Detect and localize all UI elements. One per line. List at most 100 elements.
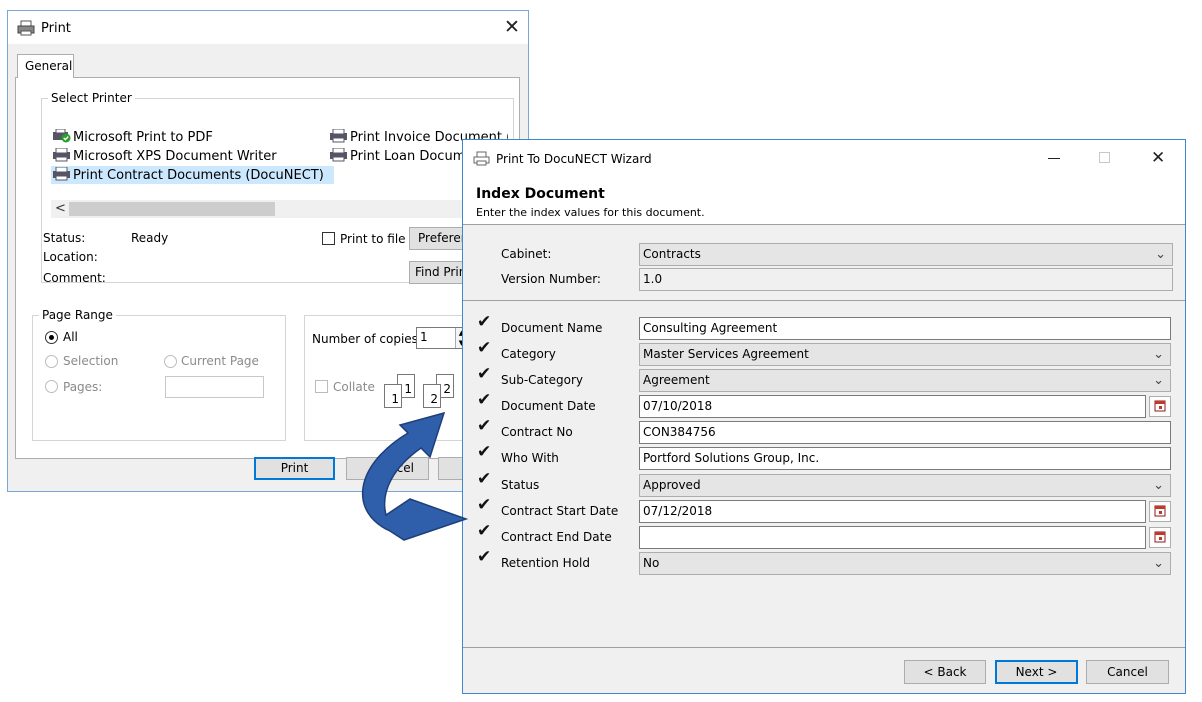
range-pages-label: Pages: xyxy=(63,380,103,394)
printer-item-docunect[interactable]: Print Contract Documents (DocuNECT) xyxy=(51,166,334,184)
print-to-file-checkbox[interactable] xyxy=(322,232,335,245)
field-label: Document Date xyxy=(501,399,596,413)
text-input[interactable]: Portford Solutions Group, Inc. xyxy=(639,447,1171,470)
calendar-icon[interactable] xyxy=(1149,396,1171,417)
chevron-down-icon: ⌄ xyxy=(1153,556,1164,571)
footer-divider xyxy=(463,647,1185,648)
field-select[interactable]: Approved ⌄ xyxy=(639,474,1171,497)
comment-label: Comment: xyxy=(43,271,106,285)
range-selection-radio[interactable] xyxy=(45,355,58,368)
printer-name: Microsoft Print to PDF xyxy=(73,130,213,145)
wizard-header: Index Document Enter the index values fo… xyxy=(463,178,1185,225)
printer-icon xyxy=(53,166,71,184)
version-label: Version Number: xyxy=(501,272,601,286)
field-label: Sub-Category xyxy=(501,373,583,387)
field-label: Who With xyxy=(501,451,559,465)
field-label: Document Name xyxy=(501,321,603,335)
chevron-down-icon: ⌄ xyxy=(1153,373,1164,388)
collate-checkbox[interactable] xyxy=(315,380,328,393)
collate-label: Collate xyxy=(333,380,375,394)
field-label: Category xyxy=(501,347,556,361)
calendar-icon[interactable] xyxy=(1149,501,1171,522)
printer-name: Microsoft XPS Document Writer xyxy=(73,149,277,164)
printer-icon xyxy=(330,147,348,165)
page-range-label: Page Range xyxy=(39,308,116,322)
range-pages-radio[interactable] xyxy=(45,380,58,393)
chevron-down-icon: ⌄ xyxy=(1155,247,1166,262)
wizard-titlebar: Print To DocuNECT Wizard ✕ xyxy=(463,140,1185,178)
docunect-wizard: Print To DocuNECT Wizard ✕ Index Documen… xyxy=(462,139,1186,694)
field-value: Portford Solutions Group, Inc. xyxy=(643,451,820,465)
range-all-radio[interactable] xyxy=(45,331,58,344)
field-label: Status xyxy=(501,478,540,492)
scrollbar-thumb[interactable] xyxy=(69,202,275,216)
printer-item-pdf[interactable]: Microsoft Print to PDF xyxy=(51,128,217,146)
field-value: Master Services Agreement xyxy=(643,347,809,361)
close-icon[interactable]: ✕ xyxy=(504,18,520,37)
field-value: CON384756 xyxy=(643,425,716,439)
cabinet-value: Contracts xyxy=(643,247,701,261)
field-select[interactable]: Master Services Agreement ⌄ xyxy=(639,343,1171,366)
maximize-icon[interactable] xyxy=(1099,152,1110,163)
printer-icon xyxy=(53,147,71,165)
tab-general[interactable]: General xyxy=(17,54,74,78)
printer-icon xyxy=(330,128,348,146)
copies-value: 1 xyxy=(420,330,428,344)
minimize-icon[interactable] xyxy=(1048,158,1060,159)
field-label: Contract End Date xyxy=(501,530,612,544)
calendar-icon[interactable] xyxy=(1149,527,1171,548)
range-current-page-label: Current Page xyxy=(181,354,259,368)
field-label: Contract No xyxy=(501,425,573,439)
status-value: Ready xyxy=(131,231,169,245)
printer-list-scrollbar[interactable]: < xyxy=(51,200,509,218)
date-input[interactable] xyxy=(639,526,1146,549)
location-label: Location: xyxy=(43,250,98,264)
date-input[interactable]: 07/10/2018 xyxy=(639,395,1146,418)
check-mark-icon: ✔ xyxy=(477,312,492,332)
check-mark-icon: ✔ xyxy=(477,338,492,358)
field-label: Contract Start Date xyxy=(501,504,619,518)
pages-input[interactable] xyxy=(165,376,264,398)
field-value: No xyxy=(643,556,660,570)
back-button[interactable]: < Back xyxy=(904,660,986,684)
printer-default-icon xyxy=(53,128,71,146)
print-title: Print xyxy=(41,21,71,36)
field-value: Agreement xyxy=(643,373,710,387)
printer-icon xyxy=(473,151,490,169)
field-value: Consulting Agreement xyxy=(643,321,778,335)
printer-item-xps[interactable]: Microsoft XPS Document Writer xyxy=(51,147,281,165)
range-selection-label: Selection xyxy=(63,354,119,368)
field-value: 07/12/2018 xyxy=(643,504,713,518)
printer-name: Print Contract Documents (DocuNECT) xyxy=(73,168,324,183)
wizard-header-subtitle: Enter the index values for this document… xyxy=(476,206,705,219)
version-field: 1.0 xyxy=(639,268,1173,291)
field-value: 07/10/2018 xyxy=(643,399,713,413)
chevron-down-icon: ⌄ xyxy=(1153,347,1164,362)
field-select[interactable]: Agreement ⌄ xyxy=(639,369,1171,392)
range-all-label: All xyxy=(63,330,78,344)
wizard-header-title: Index Document xyxy=(476,186,605,202)
copies-label: Number of copies: xyxy=(312,332,422,346)
select-printer-label: Select Printer xyxy=(48,91,135,105)
section-divider xyxy=(463,300,1185,301)
close-icon[interactable]: ✕ xyxy=(1151,149,1165,168)
copies-input[interactable]: 1 ▲▼ xyxy=(416,327,468,349)
printer-list: Microsoft Print to PDF Microsoft XPS Doc… xyxy=(51,118,509,238)
field-value: Approved xyxy=(643,478,701,492)
field-select[interactable]: No ⌄ xyxy=(639,552,1171,575)
cabinet-label: Cabinet: xyxy=(501,247,552,261)
wizard-title: Print To DocuNECT Wizard xyxy=(496,152,652,166)
chevron-down-icon: ⌄ xyxy=(1153,478,1164,493)
print-titlebar: Print ✕ xyxy=(8,11,528,44)
cabinet-select[interactable]: Contracts ⌄ xyxy=(639,243,1173,266)
check-mark-icon: ✔ xyxy=(477,364,492,384)
text-input[interactable]: CON384756 xyxy=(639,421,1171,444)
next-button[interactable]: Next > xyxy=(995,660,1078,684)
date-input[interactable]: 07/12/2018 xyxy=(639,500,1146,523)
curved-arrow-icon xyxy=(361,411,469,541)
text-input[interactable]: Consulting Agreement xyxy=(639,317,1171,340)
version-value: 1.0 xyxy=(643,272,663,286)
wizard-cancel-button[interactable]: Cancel xyxy=(1086,660,1169,684)
range-current-page-radio[interactable] xyxy=(164,355,177,368)
scroll-left-icon[interactable]: < xyxy=(55,201,66,216)
